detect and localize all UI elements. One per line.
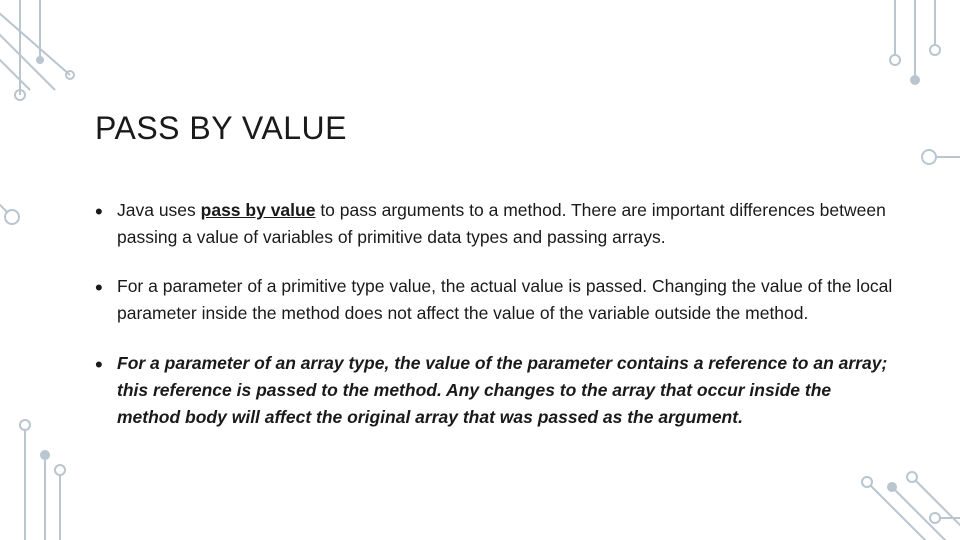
slide-title: PASS BY VALUE (95, 110, 895, 147)
bullet-text-em: pass by value (201, 200, 316, 220)
bullet-list: Java uses pass by value to pass argument… (95, 197, 895, 431)
bullet-item: For a parameter of an array type, the va… (95, 350, 895, 431)
bullet-text: For a parameter of an array type, the va… (117, 353, 887, 427)
bullet-text: For a parameter of a primitive type valu… (117, 276, 892, 323)
bullet-item: For a parameter of a primitive type valu… (95, 273, 895, 327)
bullet-item: Java uses pass by value to pass argument… (95, 197, 895, 251)
bullet-text-pre: Java uses (117, 200, 201, 220)
